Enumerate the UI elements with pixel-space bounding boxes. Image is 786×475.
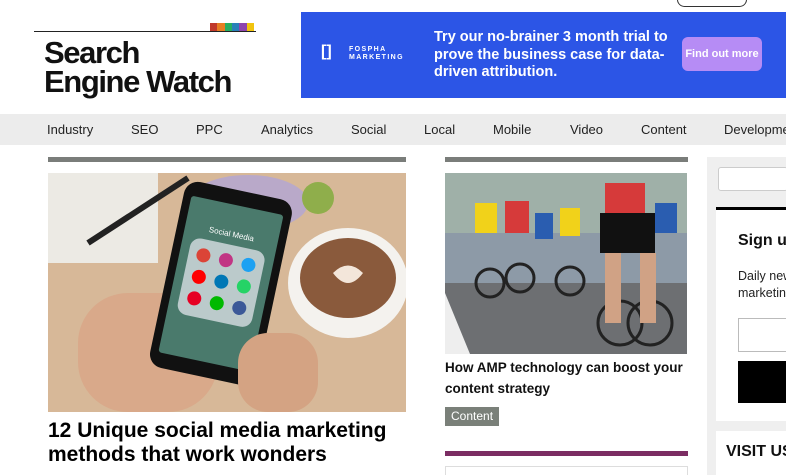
ad-banner[interactable]: [] FOSPHA MARKETING Try our no-brainer 3…: [301, 12, 786, 98]
nav-item-local[interactable]: Local: [424, 114, 455, 145]
section-divider-purple: [445, 451, 688, 456]
ad-cta-button[interactable]: Find out more: [682, 37, 762, 71]
signup-heading: Sign up: [738, 232, 786, 249]
cyclists-race-photo-icon: [445, 173, 687, 354]
lead-divider: [48, 157, 406, 162]
main-nav: Industry SEO PPC Analytics Social Local …: [0, 114, 786, 145]
visit-us-heading: VISIT US: [726, 443, 786, 460]
nav-item-ppc[interactable]: PPC: [196, 114, 223, 145]
content-tag[interactable]: Content: [445, 407, 500, 426]
signup-email-field[interactable]: [738, 318, 786, 352]
nav-item-development[interactable]: Development: [724, 114, 786, 145]
nav-item-video[interactable]: Video: [570, 114, 603, 145]
nav-item-seo[interactable]: SEO: [131, 114, 158, 145]
logo-text-line2: Engine Watch: [44, 64, 232, 99]
second-divider: [445, 157, 688, 162]
logo-rule: [34, 31, 256, 32]
second-article-title[interactable]: How AMP technology can boost your conten…: [445, 357, 690, 399]
ad-brand-line1: FOSPHA: [349, 46, 387, 53]
next-article-card[interactable]: [445, 466, 688, 475]
logo-stripes: [210, 23, 254, 31]
signup-box: Sign up Daily new marketing: [716, 207, 786, 421]
second-article-image[interactable]: [445, 173, 687, 354]
ad-headline: Try our no-brainer 3 month trial to prov…: [434, 29, 668, 80]
sidebar-search-input[interactable]: [718, 167, 786, 191]
ad-brand-line2: MARKETING: [349, 54, 404, 61]
site-logo[interactable]: Search Engine Watch: [34, 22, 256, 100]
lead-article-title[interactable]: 12 Unique social media marketing methods…: [48, 419, 418, 467]
signup-text-line2: marketing: [738, 286, 786, 300]
nav-item-content[interactable]: Content: [641, 114, 687, 145]
phone-social-media-photo-icon: Social Media: [48, 173, 406, 412]
visit-us-box: VISIT US: [716, 431, 786, 475]
nav-item-mobile[interactable]: Mobile: [493, 114, 531, 145]
nav-item-industry[interactable]: Industry: [47, 114, 93, 145]
top-account-button[interactable]: [677, 0, 747, 7]
nav-item-social[interactable]: Social: [351, 114, 386, 145]
ad-brand: FOSPHA MARKETING: [349, 46, 404, 62]
fospha-logo-icon: []: [321, 43, 332, 60]
signup-text: Daily new marketing: [738, 268, 786, 302]
nav-item-analytics[interactable]: Analytics: [261, 114, 313, 145]
lead-article-image[interactable]: Social Media: [48, 173, 406, 412]
signup-submit-button[interactable]: [738, 361, 786, 403]
signup-text-line1: Daily new: [738, 269, 786, 283]
